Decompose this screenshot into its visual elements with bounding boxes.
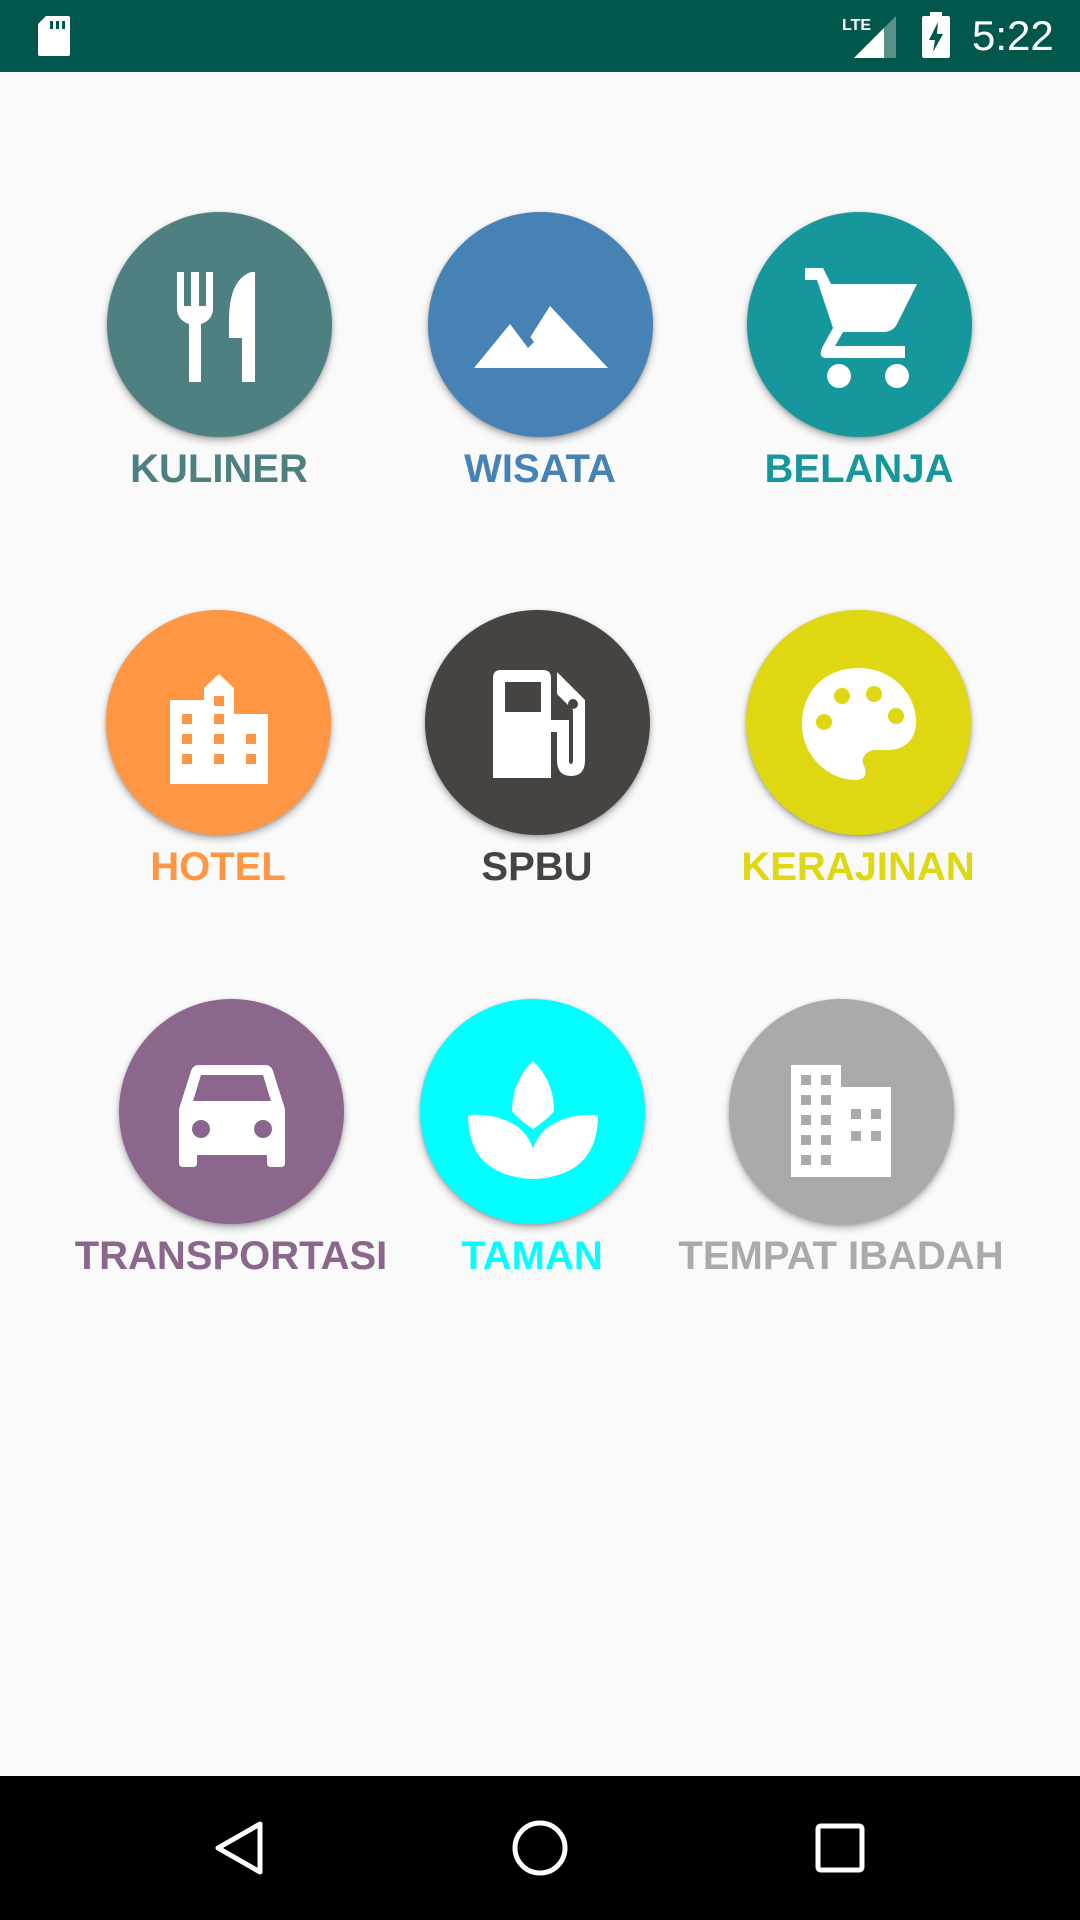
spbu-circle bbox=[425, 610, 650, 835]
transportasi-circle bbox=[119, 999, 344, 1224]
belanja-label: BELANJA bbox=[764, 447, 954, 491]
kerajinan-label: KERAJINAN bbox=[741, 845, 975, 889]
gas-station-icon bbox=[492, 669, 585, 778]
clock: 5:22 bbox=[972, 12, 1054, 59]
navigation-bar bbox=[0, 1776, 1080, 1920]
category-belanja[interactable]: BELANJA bbox=[689, 212, 1029, 522]
restaurant-icon bbox=[176, 271, 255, 382]
building-icon bbox=[790, 1064, 891, 1177]
taman-circle bbox=[420, 999, 645, 1224]
network-label: LTE bbox=[842, 17, 871, 34]
tempat-ibadah-circle bbox=[729, 999, 954, 1224]
wisata-circle bbox=[428, 212, 653, 437]
status-bar: LTE 5:22 bbox=[0, 0, 1080, 72]
category-grid: KULINER WISATA BELANJA HOTEL SPBU KERAJI… bbox=[0, 72, 1080, 1776]
category-kerajinan[interactable]: KERAJINAN bbox=[688, 610, 1028, 920]
hotel-circle bbox=[106, 610, 331, 835]
spa-icon bbox=[467, 1060, 598, 1179]
hotel-building-icon bbox=[169, 673, 268, 784]
category-tempat-ibadah[interactable]: TEMPAT IBADAH bbox=[671, 999, 1011, 1309]
recents-icon bbox=[815, 1823, 865, 1873]
belanja-circle bbox=[747, 212, 972, 437]
battery-charging-icon bbox=[922, 12, 950, 58]
landscape-icon bbox=[473, 305, 608, 368]
lte-signal-icon: LTE bbox=[842, 16, 896, 58]
home-button[interactable] bbox=[500, 1808, 580, 1888]
back-icon bbox=[215, 1821, 263, 1875]
car-icon bbox=[178, 1064, 285, 1167]
shopping-cart-icon bbox=[804, 267, 917, 388]
recents-button[interactable] bbox=[800, 1808, 880, 1888]
sd-card-icon bbox=[38, 16, 70, 56]
palette-icon bbox=[801, 667, 916, 780]
kuliner-circle bbox=[107, 212, 332, 437]
kerajinan-circle bbox=[746, 610, 971, 835]
back-button[interactable] bbox=[200, 1808, 280, 1888]
tempat-ibadah-label: TEMPAT IBADAH bbox=[678, 1234, 1004, 1278]
home-icon bbox=[512, 1820, 568, 1876]
